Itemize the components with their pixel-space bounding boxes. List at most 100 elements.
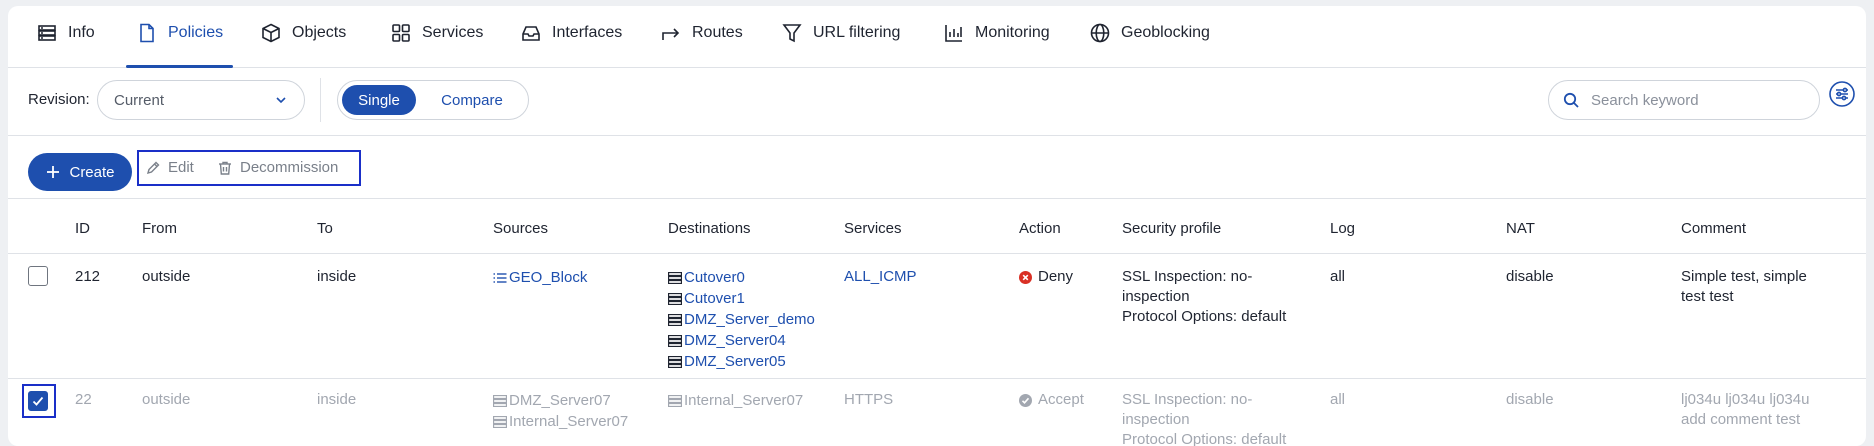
filter-icon bbox=[782, 24, 802, 43]
server-stack-icon bbox=[668, 271, 682, 284]
tab-label: Services bbox=[422, 24, 484, 41]
cell-security-profile: SSL Inspection: no- inspection Protocol … bbox=[1122, 391, 1287, 446]
arrow-right-icon bbox=[662, 28, 680, 40]
col-id[interactable]: ID bbox=[75, 220, 90, 237]
source-object-link[interactable]: DMZ_Server07 bbox=[493, 390, 628, 411]
accept-icon bbox=[1019, 393, 1032, 407]
col-services[interactable]: Services bbox=[844, 220, 902, 237]
edit-button[interactable]: Edit bbox=[145, 159, 194, 176]
destination-object-link[interactable]: DMZ_Server_demo bbox=[668, 309, 815, 330]
cell-action: Accept bbox=[1019, 390, 1084, 410]
cell-id: 212 bbox=[75, 268, 101, 285]
tab-label: Objects bbox=[292, 24, 347, 41]
tab-bar: Info Policies Objects Services Interface… bbox=[8, 6, 1866, 68]
globe-icon bbox=[1090, 23, 1110, 43]
list-icon bbox=[493, 272, 507, 283]
plus-icon bbox=[47, 166, 60, 178]
cell-sources: DMZ_Server07 Internal_Server07 bbox=[493, 390, 628, 432]
trash-icon bbox=[219, 161, 231, 175]
destination-object-link[interactable]: DMZ_Server04 bbox=[668, 330, 815, 351]
server-stack-icon bbox=[668, 313, 682, 326]
col-log[interactable]: Log bbox=[1330, 220, 1355, 237]
edit-label: Edit bbox=[168, 159, 194, 176]
mode-compare-button[interactable]: Compare bbox=[422, 85, 522, 115]
document-icon bbox=[140, 23, 154, 43]
revision-toolbar: Revision: Current Single Compare bbox=[8, 68, 1866, 136]
cell-security-profile: SSL Inspection: no- inspection Protocol … bbox=[1122, 268, 1287, 325]
col-security-profile[interactable]: Security profile bbox=[1122, 220, 1221, 237]
row-checkbox[interactable] bbox=[28, 266, 48, 286]
server-stack-icon bbox=[668, 355, 682, 368]
tab-label: Policies bbox=[168, 24, 224, 41]
tab-routes[interactable]: Routes bbox=[660, 22, 743, 68]
cell-sources: GEO_Block bbox=[493, 267, 587, 288]
server-icon bbox=[38, 25, 56, 41]
tab-label: URL filtering bbox=[813, 24, 901, 41]
cell-action: Deny bbox=[1019, 267, 1073, 287]
cell-log: all bbox=[1330, 268, 1346, 285]
action-bar: Create Edit Decommission bbox=[8, 137, 1866, 199]
checkmark-icon bbox=[32, 396, 44, 406]
bar-chart-icon bbox=[945, 25, 962, 42]
tab-monitoring[interactable]: Monitoring bbox=[943, 22, 1050, 68]
destination-object-link[interactable]: Cutover0 bbox=[668, 267, 815, 288]
grid-icon bbox=[392, 24, 410, 42]
revision-value: Current bbox=[114, 91, 165, 109]
tab-label: Geoblocking bbox=[1121, 24, 1210, 41]
server-stack-icon bbox=[493, 415, 507, 428]
col-to[interactable]: To bbox=[317, 220, 333, 237]
create-label: Create bbox=[69, 163, 115, 181]
search-box bbox=[1548, 80, 1820, 120]
search-input[interactable] bbox=[1591, 89, 1811, 111]
inbox-icon bbox=[522, 26, 540, 41]
row-checkbox[interactable] bbox=[28, 391, 48, 411]
tab-interfaces[interactable]: Interfaces bbox=[520, 22, 622, 68]
divider bbox=[320, 78, 321, 122]
source-object-link[interactable]: GEO_Block bbox=[493, 267, 587, 288]
cell-comment: Simple test, simple test test bbox=[1681, 268, 1807, 305]
col-nat[interactable]: NAT bbox=[1506, 220, 1535, 237]
destination-object-link[interactable]: Cutover1 bbox=[668, 288, 815, 309]
destination-object-link[interactable]: DMZ_Server05 bbox=[668, 351, 815, 372]
cell-comment: lj034u lj034u lj034u add comment test bbox=[1681, 391, 1810, 428]
source-object-link[interactable]: Internal_Server07 bbox=[493, 411, 628, 432]
policy-panel: Info Policies Objects Services Interface… bbox=[8, 6, 1866, 446]
cell-from: outside bbox=[142, 391, 191, 408]
tab-url-filtering[interactable]: URL filtering bbox=[781, 22, 900, 68]
cell-log: all bbox=[1330, 391, 1346, 408]
col-action[interactable]: Action bbox=[1019, 220, 1061, 237]
chevron-down-icon bbox=[276, 97, 286, 104]
tab-policies[interactable]: Policies bbox=[125, 22, 234, 68]
col-comment[interactable]: Comment bbox=[1681, 220, 1746, 237]
cell-from: outside bbox=[142, 268, 191, 285]
col-destinations[interactable]: Destinations bbox=[668, 220, 751, 237]
tab-services[interactable]: Services bbox=[390, 22, 483, 68]
cell-services-link[interactable]: ALL_ICMP bbox=[844, 267, 917, 287]
table-header: ID From To Sources Destinations Services… bbox=[8, 200, 1866, 254]
destination-object-link[interactable]: Internal_Server07 bbox=[668, 390, 803, 411]
revision-select[interactable]: Current bbox=[97, 80, 305, 120]
tab-label: Info bbox=[68, 24, 95, 41]
cell-services-link[interactable]: HTTPS bbox=[844, 390, 893, 410]
col-sources[interactable]: Sources bbox=[493, 220, 548, 237]
cell-nat: disable bbox=[1506, 268, 1554, 285]
col-from[interactable]: From bbox=[142, 220, 177, 237]
cell-to: inside bbox=[317, 391, 357, 408]
search-icon bbox=[1563, 92, 1579, 108]
server-stack-icon bbox=[668, 394, 682, 407]
server-stack-icon bbox=[668, 292, 682, 305]
filter-settings-icon[interactable] bbox=[1828, 80, 1856, 108]
tab-objects[interactable]: Objects bbox=[260, 22, 346, 68]
cell-destinations: Internal_Server07 bbox=[668, 390, 803, 411]
mode-single-button[interactable]: Single bbox=[342, 85, 416, 115]
tab-label: Monitoring bbox=[975, 24, 1050, 41]
cube-icon bbox=[262, 23, 280, 43]
create-button[interactable]: Create bbox=[28, 153, 132, 191]
table-row[interactable]: 22 outside inside DMZ_Server07 Internal_… bbox=[8, 380, 1866, 446]
tab-geoblocking[interactable]: Geoblocking bbox=[1089, 22, 1210, 68]
pencil-icon bbox=[146, 161, 160, 174]
table-row[interactable]: 212 outside inside GEO_Block Cutover0 Cu… bbox=[8, 255, 1866, 379]
decommission-button[interactable]: Decommission bbox=[217, 159, 338, 176]
view-mode-toggle: Single Compare bbox=[337, 80, 529, 120]
tab-info[interactable]: Info bbox=[36, 22, 95, 68]
